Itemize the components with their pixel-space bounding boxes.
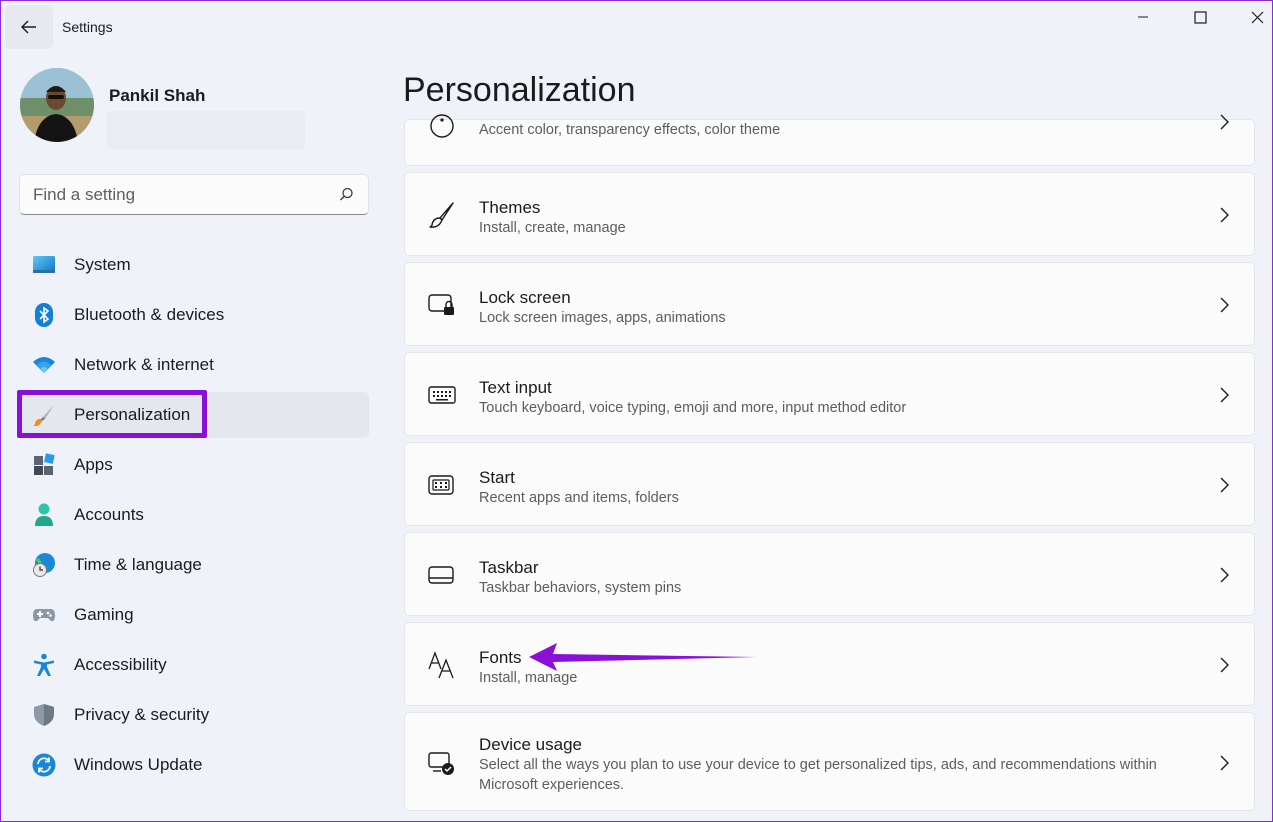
person-icon <box>35 503 53 526</box>
update-icon <box>32 753 56 777</box>
sidebar-nav: System Bluetooth & devices Network & int… <box>17 242 369 792</box>
setting-card-title: Start <box>479 468 515 487</box>
page-title: Personalization <box>403 71 636 109</box>
setting-card-subtitle: Touch keyboard, voice typing, emoji and … <box>479 400 907 416</box>
avatar[interactable] <box>20 68 94 142</box>
maximize-button[interactable] <box>1172 1 1228 33</box>
apps-icon <box>34 453 55 475</box>
close-icon <box>1251 11 1263 23</box>
chevron-right-icon <box>1220 477 1229 493</box>
search-input[interactable] <box>20 175 330 214</box>
shield-icon <box>34 704 54 726</box>
wifi-icon <box>33 357 55 373</box>
setting-card-title: Text input <box>479 378 552 397</box>
back-button[interactable] <box>5 5 53 49</box>
minimize-button[interactable] <box>1115 1 1171 33</box>
setting-card-text-input[interactable]: Text input Touch keyboard, voice typing,… <box>404 352 1255 436</box>
user-email-redacted <box>107 111 305 149</box>
sidebar-item-apps[interactable]: Apps <box>17 442 369 488</box>
sidebar-item-label: Bluetooth & devices <box>74 305 225 324</box>
palette-icon <box>430 114 454 138</box>
maximize-icon <box>1193 10 1207 24</box>
setting-card-lock-screen[interactable]: Lock screen Lock screen images, apps, an… <box>404 262 1255 346</box>
search-icon[interactable] <box>339 187 354 202</box>
chevron-right-icon <box>1220 755 1229 771</box>
brush-icon <box>33 405 54 427</box>
sidebar-item-label: Apps <box>74 455 113 474</box>
sidebar-item-label: Accounts <box>74 505 144 524</box>
setting-card-subtitle: Accent color, transparency effects, colo… <box>479 122 781 138</box>
sidebar-item-accounts[interactable]: Accounts <box>17 492 369 538</box>
sidebar-item-bluetooth[interactable]: Bluetooth & devices <box>17 292 369 338</box>
chevron-right-icon <box>1220 387 1229 403</box>
monitor-icon <box>33 256 55 273</box>
annotation-arrow-icon <box>529 643 756 671</box>
setting-card-title: Themes <box>479 198 541 217</box>
sidebar-item-system[interactable]: System <box>17 242 369 288</box>
sidebar-item-windows-update[interactable]: Windows Update <box>17 742 369 788</box>
accessibility-icon <box>34 653 54 676</box>
setting-card-subtitle: Taskbar behaviors, system pins <box>479 580 682 596</box>
search-box[interactable] <box>19 174 369 215</box>
sidebar-item-privacy-security[interactable]: Privacy & security <box>17 692 369 738</box>
taskbar-icon <box>428 566 454 584</box>
setting-card-subtitle: Select all the ways you plan to use your… <box>479 757 1157 793</box>
chevron-right-icon <box>1220 297 1229 313</box>
globe-clock-icon <box>33 553 55 577</box>
setting-card-subtitle: Lock screen images, apps, animations <box>479 310 726 326</box>
sidebar-item-label: Personalization <box>74 405 191 424</box>
setting-card-taskbar[interactable]: Taskbar Taskbar behaviors, system pins <box>404 532 1255 616</box>
sidebar-item-network[interactable]: Network & internet <box>17 342 369 388</box>
minimize-icon <box>1138 16 1148 18</box>
brush-icon <box>429 202 454 228</box>
user-name: Pankil Shah <box>109 86 206 105</box>
sidebar-item-gaming[interactable]: Gaming <box>17 592 369 638</box>
settings-window: Settings Pankil Shah Find a setting Syst… <box>0 0 1273 822</box>
setting-card-subtitle: Install, create, manage <box>479 220 626 236</box>
setting-card-themes[interactable]: Themes Install, create, manage <box>404 172 1255 256</box>
sidebar-item-time-language[interactable]: Time & language <box>17 542 369 588</box>
fonts-icon <box>428 651 454 679</box>
close-button[interactable] <box>1229 1 1272 33</box>
bluetooth-icon <box>35 303 53 327</box>
sidebar-item-accessibility[interactable]: Accessibility <box>17 642 369 688</box>
sidebar-item-label: System <box>74 255 131 274</box>
chevron-right-icon <box>1220 657 1229 673</box>
sidebar-item-label: Accessibility <box>74 655 167 674</box>
gamepad-icon <box>33 609 55 622</box>
avatar-photo-icon <box>20 68 94 142</box>
setting-card-title: Taskbar <box>479 558 539 577</box>
keyboard-icon <box>428 386 456 404</box>
sidebar-item-label: Time & language <box>74 555 202 574</box>
lock-screen-icon <box>428 294 454 315</box>
device-usage-icon <box>428 752 454 775</box>
setting-card-device-usage[interactable]: Device usage Select all the ways you pla… <box>404 712 1255 811</box>
setting-card-subtitle: Recent apps and items, folders <box>479 490 679 506</box>
chevron-right-icon <box>1220 207 1229 223</box>
sidebar-item-label: Privacy & security <box>74 705 210 724</box>
setting-card-colors[interactable]: Accent color, transparency effects, colo… <box>404 114 1255 166</box>
sidebar-item-label: Windows Update <box>74 755 203 774</box>
back-arrow-icon <box>21 20 36 34</box>
setting-card-title: Fonts <box>479 648 522 667</box>
title-bar: Settings <box>1 1 1272 51</box>
sidebar-item-personalization[interactable]: Personalization <box>17 390 369 438</box>
setting-card-start[interactable]: Start Recent apps and items, folders <box>404 442 1255 526</box>
sidebar-item-label: Gaming <box>74 605 134 624</box>
setting-card-title: Device usage <box>479 735 583 754</box>
sidebar-item-label: Network & internet <box>74 355 214 374</box>
setting-card-title: Lock screen <box>479 288 571 307</box>
chevron-right-icon <box>1220 567 1229 583</box>
chevron-right-icon <box>1220 114 1229 130</box>
start-icon <box>428 475 454 495</box>
app-title: Settings <box>62 19 113 35</box>
